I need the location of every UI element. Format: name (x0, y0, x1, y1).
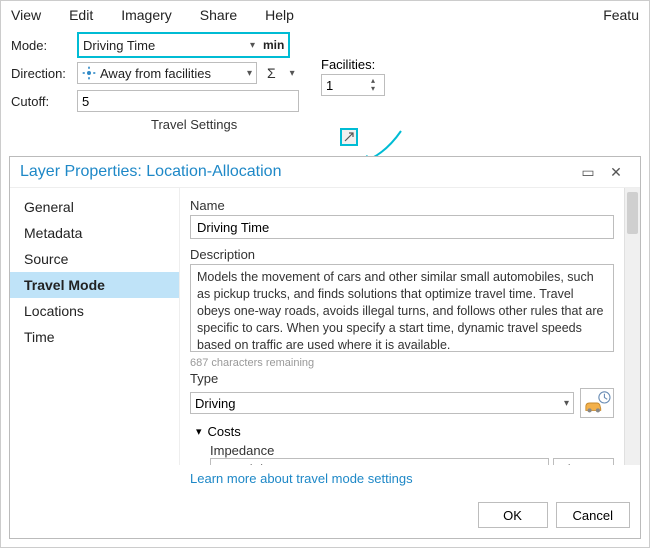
mode-dropdown[interactable]: Driving Time ▾ (79, 34, 259, 56)
char-remaining: 687 characters remaining (190, 357, 614, 369)
facilities-label: Facilities: (321, 57, 385, 72)
menu-share[interactable]: Share (200, 7, 237, 23)
content-pane: Name Description 687 characters remainin… (180, 188, 624, 465)
spinner-arrows[interactable]: ▴▾ (366, 77, 380, 93)
tab-time[interactable]: Time (10, 324, 179, 350)
impedance-label: Impedance (210, 443, 614, 458)
menu-help[interactable]: Help (265, 7, 294, 23)
impedance-unit-dropdown[interactable]: minutes ▾ (553, 458, 614, 465)
scrollbar-thumb[interactable] (627, 192, 638, 234)
cutoff-input[interactable] (77, 90, 299, 112)
ok-button[interactable]: OK (478, 502, 548, 528)
layer-properties-dialog: Layer Properties: Location-Allocation ▭ … (9, 156, 641, 539)
chevron-down-icon: ▾ (564, 398, 569, 409)
type-value: Driving (195, 396, 235, 411)
menu-edit[interactable]: Edit (69, 7, 93, 23)
tab-list: General Metadata Source Travel Mode Loca… (10, 188, 180, 465)
impedance-input[interactable] (210, 458, 549, 465)
facilities-spinner[interactable]: ▴▾ (321, 74, 385, 96)
menu-truncated: Featu (603, 7, 639, 23)
dialog-title: Layer Properties: Location-Allocation (20, 163, 281, 181)
away-from-facilities-icon (82, 66, 96, 80)
mode-unit: min (259, 38, 288, 52)
direction-dropdown[interactable]: Away from facilities ▾ (77, 62, 257, 84)
costs-section-label: Costs (208, 424, 241, 439)
sigma-icon[interactable]: Σ (263, 65, 280, 81)
chevron-down-icon: ▾ (250, 40, 255, 51)
travel-settings-label: Travel Settings (151, 117, 237, 132)
facilities-input[interactable] (322, 78, 366, 93)
mode-highlight: Driving Time ▾ min (77, 32, 290, 58)
close-icon[interactable]: ✕ (602, 164, 630, 181)
mode-label: Mode: (11, 38, 71, 53)
name-label: Name (190, 198, 614, 213)
maximize-icon[interactable]: ▭ (574, 164, 602, 181)
learn-more-link[interactable]: Learn more about travel mode settings (190, 471, 413, 486)
cutoff-label: Cutoff: (11, 94, 71, 109)
type-label: Type (190, 371, 614, 386)
cancel-button[interactable]: Cancel (556, 502, 630, 528)
impedance-unit-value: minutes (558, 462, 600, 465)
name-input[interactable] (190, 215, 614, 239)
chevron-down-icon: ▾ (604, 464, 609, 466)
facilities-group: Facilities: ▴▾ (321, 57, 385, 96)
tab-travel-mode[interactable]: Travel Mode (10, 272, 179, 298)
dialog-launcher-icon[interactable] (340, 128, 358, 146)
menu-imagery[interactable]: Imagery (121, 7, 172, 23)
mode-value: Driving Time (83, 38, 155, 53)
tab-source[interactable]: Source (10, 246, 179, 272)
menu-view[interactable]: View (11, 7, 41, 23)
chevron-down-icon: ▾ (247, 68, 252, 79)
direction-value: Away from facilities (100, 66, 211, 81)
menubar: View Edit Imagery Share Help Featu (1, 1, 649, 33)
scrollbar[interactable] (624, 188, 640, 465)
description-label: Description (190, 247, 614, 262)
chevron-down-icon[interactable]: ▾ (196, 425, 202, 438)
type-dropdown[interactable]: Driving ▾ (190, 392, 574, 414)
direction-label: Direction: (11, 66, 71, 81)
tab-general[interactable]: General (10, 194, 179, 220)
car-clock-icon (580, 388, 614, 418)
chevron-down-icon[interactable]: ▾ (290, 68, 295, 79)
tab-metadata[interactable]: Metadata (10, 220, 179, 246)
description-textarea[interactable] (190, 264, 614, 352)
tab-locations[interactable]: Locations (10, 298, 179, 324)
